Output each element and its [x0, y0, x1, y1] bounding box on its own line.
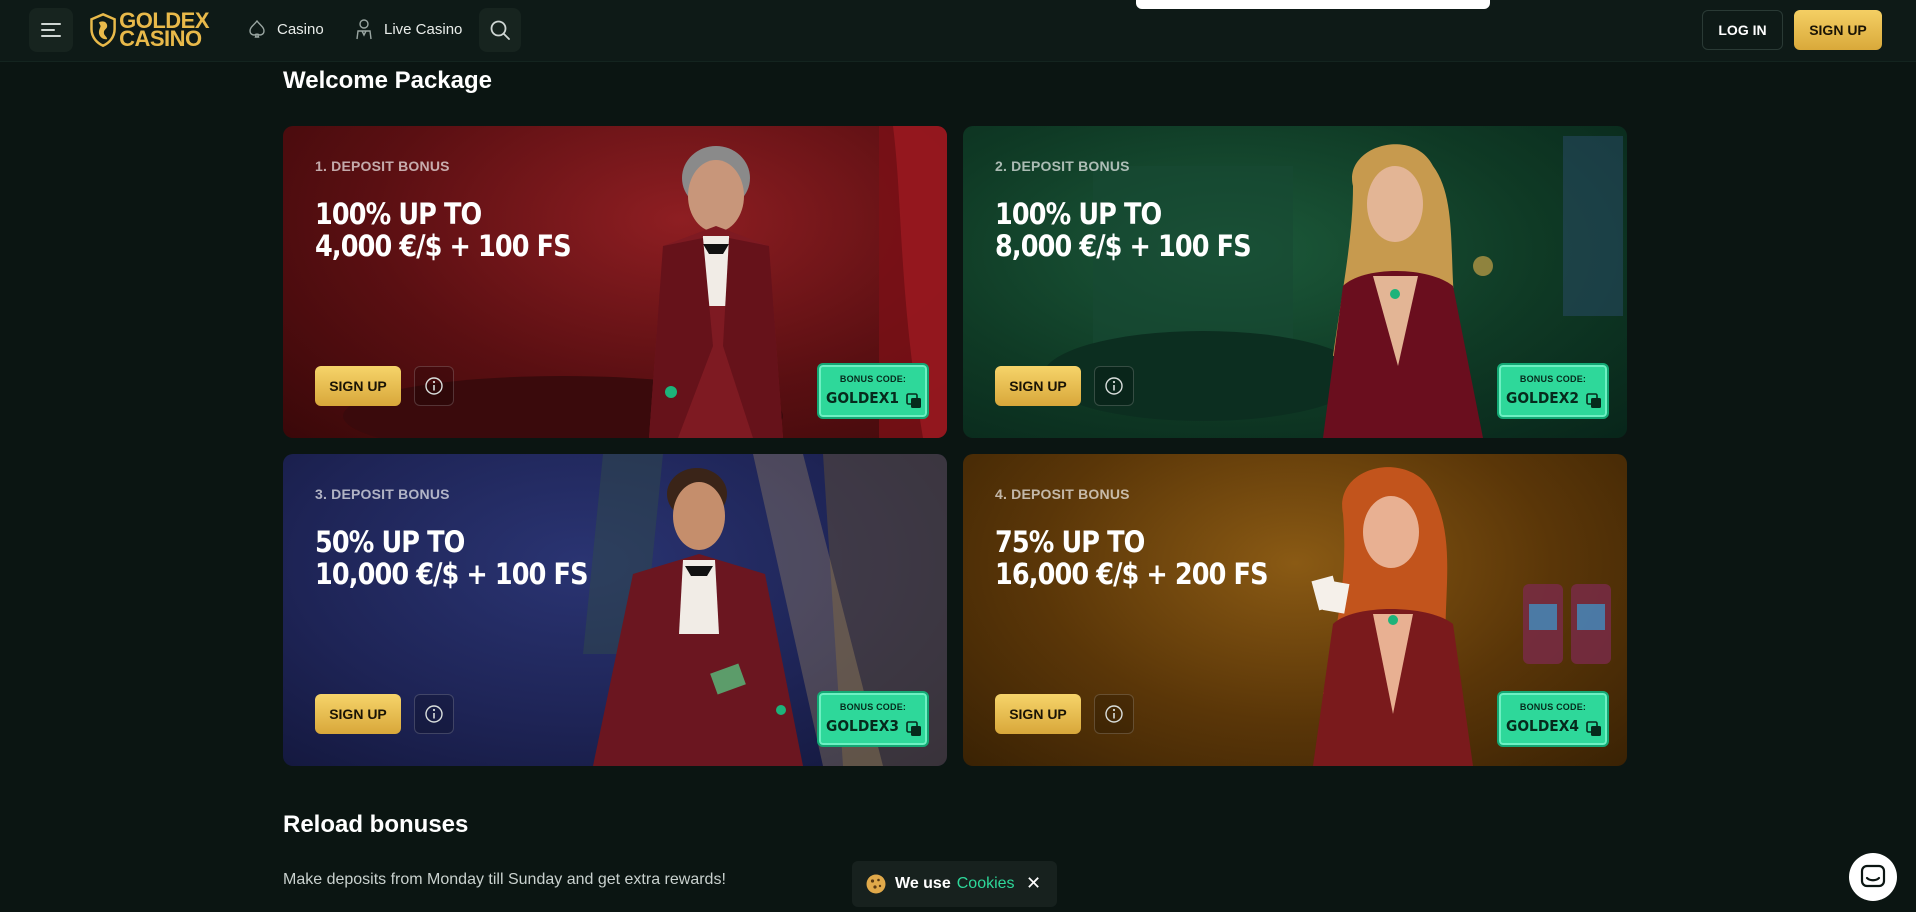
card-signup-button[interactable]: SIGN UP: [995, 366, 1081, 406]
card-deposit-label: 2. DEPOSIT BONUS: [995, 158, 1130, 174]
lion-shield-logo-icon: [90, 12, 116, 48]
login-button[interactable]: LOG IN: [1702, 10, 1783, 50]
deposit-bonus-card-2: 2. DEPOSIT BONUS 100% UP TO 8,000 €/$ + …: [963, 126, 1627, 438]
bonus-code-value: GOLDEX2: [1506, 389, 1579, 407]
top-notification-strip: [1136, 0, 1490, 9]
card-bonus-headline: 75% UP TO 16,000 €/$ + 200 FS: [995, 526, 1268, 590]
cookies-link[interactable]: Cookies: [957, 875, 1015, 893]
bonus-amount-line: 16,000 €/$ + 200 FS: [995, 557, 1268, 591]
card-info-button[interactable]: [414, 694, 454, 734]
card-info-button[interactable]: [1094, 366, 1134, 406]
bonus-code-value: GOLDEX3: [826, 717, 899, 735]
card-signup-button[interactable]: SIGN UP: [315, 366, 401, 406]
copy-icon[interactable]: [906, 393, 922, 409]
bonus-amount-line: 10,000 €/$ + 100 FS: [315, 557, 588, 591]
reload-bonuses-title: Reload bonuses: [283, 811, 469, 838]
nav-live-casino-label: Live Casino: [384, 20, 463, 38]
bonus-percent-line: 100% UP TO: [315, 197, 482, 231]
top-navbar: GOLDEX CASINO Casino Live Casino LOG IN …: [0, 0, 1916, 62]
bonus-code-box[interactable]: BONUS CODE: GOLDEX2: [1497, 363, 1609, 419]
bonus-code-label: BONUS CODE:: [839, 702, 907, 712]
bonus-percent-line: 50% UP TO: [315, 525, 465, 559]
bonus-code-label: BONUS CODE:: [839, 374, 907, 384]
welcome-package-title: Welcome Package: [283, 67, 493, 94]
page-scrollbar[interactable]: [1912, 62, 1916, 912]
bonus-code-box[interactable]: BONUS CODE: GOLDEX3: [817, 691, 929, 747]
reload-bonuses-description: Make deposits from Monday till Sunday an…: [283, 871, 726, 888]
goldex-casino-logo[interactable]: GOLDEX CASINO: [89, 8, 209, 52]
card-bonus-headline: 100% UP TO 4,000 €/$ + 100 FS: [315, 197, 572, 263]
bonus-code-value: GOLDEX1: [826, 389, 899, 407]
bonus-code-box[interactable]: BONUS CODE: GOLDEX1: [817, 363, 929, 419]
card-deposit-label: 3. DEPOSIT BONUS: [315, 486, 450, 502]
hamburger-menu-icon: [41, 23, 61, 37]
card-bonus-headline: 50% UP TO 10,000 €/$ + 100 FS: [315, 526, 588, 590]
bonus-percent-line: 100% UP TO: [995, 197, 1162, 231]
card-info-button[interactable]: [414, 366, 454, 406]
live-chat-button[interactable]: [1849, 853, 1897, 901]
copy-icon[interactable]: [906, 721, 922, 737]
bonus-code-label: BONUS CODE:: [1519, 702, 1587, 712]
cookie-close-button[interactable]: ✕: [1026, 873, 1041, 894]
info-icon: [425, 705, 443, 723]
nav-live-casino-link[interactable]: Live Casino: [354, 18, 462, 40]
nav-casino-link[interactable]: Casino: [247, 18, 324, 40]
info-icon: [1105, 705, 1123, 723]
cookie-banner: We use Cookies ✕: [852, 861, 1057, 907]
spade-icon: [249, 19, 265, 38]
copy-icon[interactable]: [1586, 721, 1602, 737]
signup-button[interactable]: SIGN UP: [1794, 10, 1882, 50]
bonus-amount-line: 8,000 €/$ + 100 FS: [995, 229, 1252, 263]
logo-text-casino: CASINO: [119, 26, 202, 51]
search-icon: [490, 20, 510, 40]
deposit-bonus-card-4: 4. DEPOSIT BONUS 75% UP TO 16,000 €/$ + …: [963, 454, 1627, 766]
bonus-code-value: GOLDEX4: [1506, 717, 1579, 735]
menu-button[interactable]: [29, 8, 73, 52]
nav-casino-label: Casino: [277, 20, 324, 38]
bonus-code-box[interactable]: BONUS CODE: GOLDEX4: [1497, 691, 1609, 747]
deposit-bonus-card-1: 1. DEPOSIT BONUS 100% UP TO 4,000 €/$ + …: [283, 126, 947, 438]
cookie-text: We use: [895, 875, 951, 892]
info-icon: [425, 377, 443, 395]
deposit-bonus-card-3: 3. DEPOSIT BONUS 50% UP TO 10,000 €/$ + …: [283, 454, 947, 766]
cookie-icon: [866, 874, 886, 894]
bonus-percent-line: 75% UP TO: [995, 525, 1145, 559]
card-signup-button[interactable]: SIGN UP: [995, 694, 1081, 734]
card-bonus-headline: 100% UP TO 8,000 €/$ + 100 FS: [995, 197, 1252, 263]
card-signup-button[interactable]: SIGN UP: [315, 694, 401, 734]
bonus-amount-line: 4,000 €/$ + 100 FS: [315, 229, 572, 263]
copy-icon[interactable]: [1586, 393, 1602, 409]
chat-icon: [1860, 864, 1886, 888]
info-icon: [1105, 377, 1123, 395]
search-button[interactable]: [479, 8, 521, 52]
card-info-button[interactable]: [1094, 694, 1134, 734]
card-deposit-label: 1. DEPOSIT BONUS: [315, 158, 450, 174]
card-deposit-label: 4. DEPOSIT BONUS: [995, 486, 1130, 502]
dealer-icon: [356, 19, 372, 40]
bonus-code-label: BONUS CODE:: [1519, 374, 1587, 384]
